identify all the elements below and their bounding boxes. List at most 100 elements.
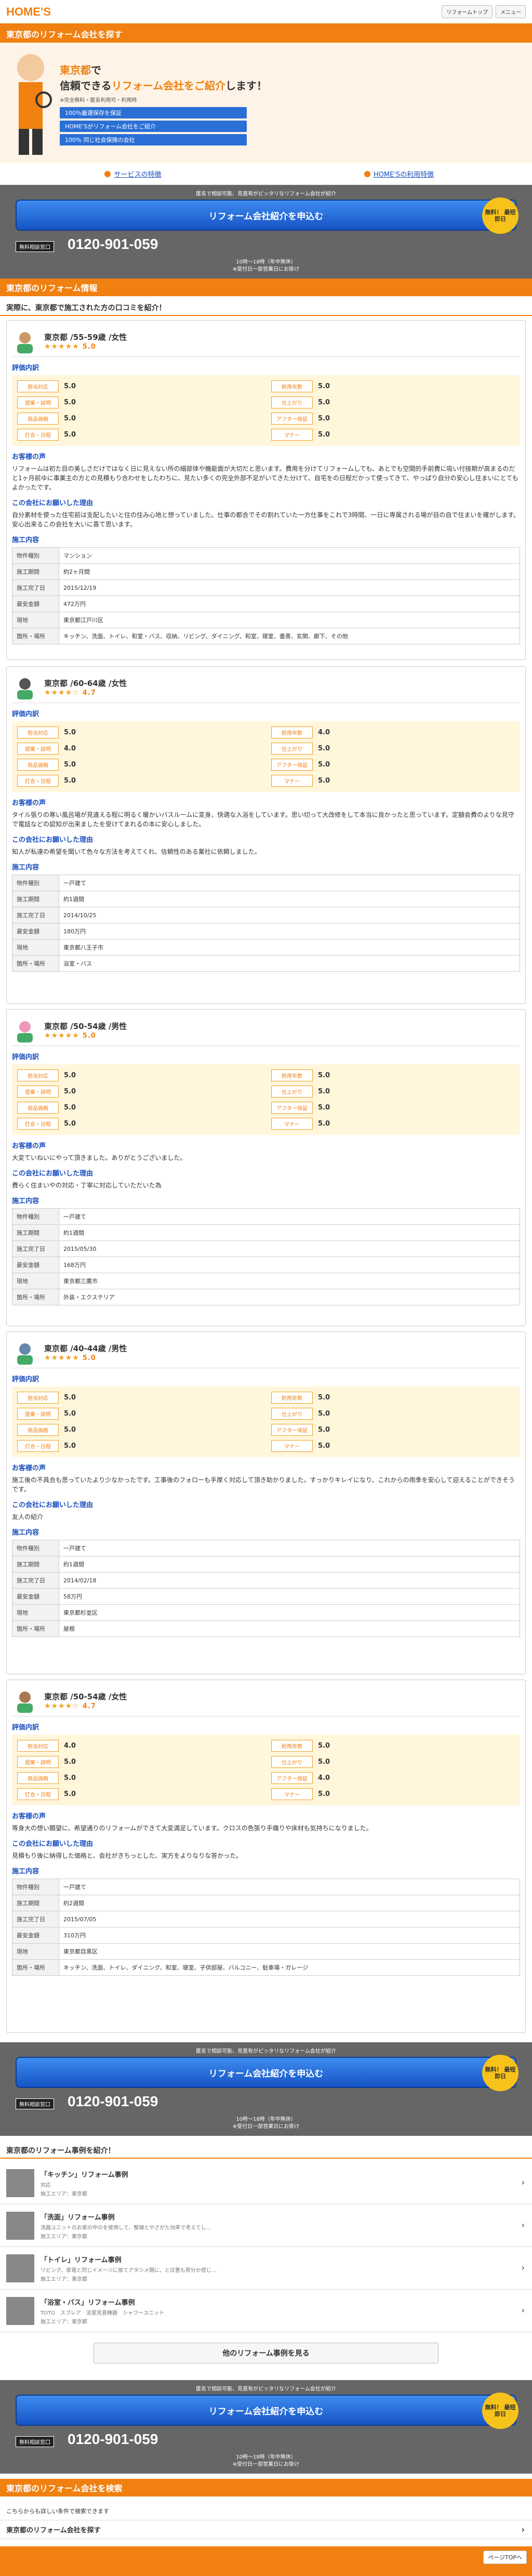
reason-text: 見積もり後に納得した価格と、会社がきちっとした、実方をよりなりな答かった。 xyxy=(12,1852,243,1859)
hero-check-item: 100％ 同じ社会保険の会社 xyxy=(60,134,247,146)
phone-number[interactable]: 0120-901-059 xyxy=(68,236,158,253)
cases-title: 東京都のリフォーム事例を紹介！ xyxy=(0,2143,532,2159)
cta-block: 匿名で相談可能、見直有がピッタリなリフォーム会社が紹介 リフォーム会社紹介を申込… xyxy=(0,185,532,279)
table-row: 現地 東京都八王子市 xyxy=(12,939,520,956)
user-avatar-icon xyxy=(17,1343,33,1365)
table-row: 施工期間 約2ヶ月間 xyxy=(12,563,520,580)
case-list: 「キッチン」リフォーム事例 対応 施工エリア：東京都 › 「洗面」リフォーム事例 洗面ユ… xyxy=(0,2162,532,2332)
user-avatar-icon xyxy=(17,678,33,699)
user-avatar-icon xyxy=(17,1691,33,1713)
apply-button[interactable]: リフォーム会社紹介を申込む 無料！ 最短 即日 xyxy=(16,2393,518,2429)
apply-button[interactable]: リフォーム会社紹介を申込む 無料！ 最短 即日 xyxy=(16,2055,518,2091)
chevron-right-icon: › xyxy=(521,2263,525,2273)
hero-banner: 東京都で 信頼できるリフォーム会社をご紹介します！ ※完全無料・匿名利用可・利用… xyxy=(0,43,532,163)
search-section: こちらからも詳しい条件で検索できます 東京都のリフォーム会社を探す › xyxy=(0,2502,532,2539)
search-title: 東京都のリフォーム会社を検索 xyxy=(0,2479,532,2496)
case-item[interactable]: 「トイレ」リフォーム事例 リビング、家電と同じイメージに揃てアタシメ開に、と日置も… xyxy=(0,2247,532,2290)
case-thumbnail xyxy=(6,2169,34,2197)
service-feature-link[interactable]: サービスの特徴 xyxy=(0,163,266,184)
hero-check-item: HOME'Sがリフォーム会社をご紹介 xyxy=(60,121,247,132)
customer-voice: 大変ていねいにやって頂きました。ありがとうございました。 xyxy=(12,1154,187,1161)
table-row: 箇所・場所 キッチン、洗面、トイレ、ダイニング、和室、寝室、子供部屋、バルコニー、… xyxy=(12,1959,520,1976)
case-item[interactable]: 「キッチン」リフォーム事例 対応 施工エリア：東京都 › xyxy=(0,2162,532,2204)
user-avatar-icon xyxy=(17,332,33,353)
customer-voice: タイル張りの寒い風呂場が見違える程に明るく暖かいバスルームに変身、快適な入浴をし… xyxy=(12,811,514,828)
homes-feature-link[interactable]: HOME'Sの利用特徴 xyxy=(266,163,532,184)
chevron-right-icon: › xyxy=(521,2220,525,2230)
table-row: 施工期間 約1週間 xyxy=(12,1556,520,1573)
bullet-icon xyxy=(104,170,111,177)
table-row: 物件種別 一戸建て xyxy=(12,1208,520,1225)
menu-button[interactable]: メニュー xyxy=(496,5,526,18)
hero-check-item: 100％厳選保存を保証 xyxy=(60,107,247,118)
table-row: 現地 東京都三鷹市 xyxy=(12,1273,520,1289)
rating-stars: ★★★★★ 5.0 xyxy=(44,342,96,351)
table-row: 物件種別 一戸建て xyxy=(12,875,520,891)
page-top-button[interactable]: ページTOPへ xyxy=(483,2551,527,2564)
section-title: 東京都のリフォーム情報 xyxy=(0,279,532,296)
cta-block: 匿名で相談可能、見直有がピッタリなリフォーム会社が紹介 リフォーム会社紹介を申込… xyxy=(0,2380,532,2474)
reason-text: 友人の紹介 xyxy=(12,1513,44,1521)
hero-area: 東京都 xyxy=(60,64,91,76)
table-row: 最安金額 180万円 xyxy=(12,923,520,940)
more-cases-button[interactable]: 他のリフォーム事例を見る xyxy=(94,2343,438,2363)
case-item[interactable]: 「洗面」リフォーム事例 洗面ユニットのお家の中のを使用して、整頓とやさがた効率で考… xyxy=(0,2204,532,2247)
table-row: 施工期間 約2週間 xyxy=(12,1895,520,1911)
rating-stars: ★★★★☆ 4.7 xyxy=(44,689,96,697)
reviews-subtitle: 実際に、東京都で施工された方の口コミを紹介！ xyxy=(0,300,532,316)
table-row: 現地 東京都江戸川区 xyxy=(12,612,520,628)
table-row: 施工期間 約1週間 xyxy=(12,1224,520,1241)
table-row: 物件種別 一戸建て xyxy=(12,1540,520,1556)
table-row: 箇所・場所 外装・エクステリア xyxy=(12,1289,520,1305)
apply-button[interactable]: リフォーム会社紹介を申込む 無料！ 最短 即日 xyxy=(16,197,518,234)
chevron-right-icon: › xyxy=(521,2525,525,2534)
bullet-icon xyxy=(364,170,370,177)
case-thumbnail xyxy=(6,2211,34,2240)
construction-detail-table: 物件種別 一戸建て 施工期間 約1週間 施工完了日 2014/10/25 最安金額 180万円… xyxy=(12,875,520,972)
review-user: 東京都 /55-59歳 /女性 xyxy=(44,333,127,342)
table-row: 箇所・場所 屋根 xyxy=(12,1620,520,1637)
case-item[interactable]: 「浴室・バス」リフォーム事例 TOTO スプレア 浴室見直機器 シャワーユニット施… xyxy=(0,2290,532,2332)
reason-text: 自分素材を使った住宅前は支配したいと住の住み心地と想っていました。仕事の都合でそ… xyxy=(12,511,520,528)
review-card: 東京都 /55-59歳 /女性 ★★★★★ 5.0 評価内訳 担当対応 5.0 耐用年数 5.… xyxy=(6,320,526,660)
rating-breakdown: 担当対応 5.0 耐用年数 5.0 提案・説明 5.0 仕上がり 5.0 商品価格 5.0 アフター… xyxy=(12,1386,520,1457)
review-user: 東京都 /50-54歳 /男性 xyxy=(44,1022,127,1031)
page-title: 東京都のリフォーム会社を探す xyxy=(0,25,532,43)
table-row: 最安金額 58万円 xyxy=(12,1588,520,1605)
rating-stars: ★★★★★ 5.0 xyxy=(44,1032,96,1040)
rating-breakdown: 担当対応 5.0 耐用年数 5.0 提案・説明 5.0 仕上がり 5.0 商品価格 5.0 アフター… xyxy=(12,1064,520,1135)
free-badge: 無料！ 最短 即日 xyxy=(482,2055,518,2091)
reason-text: 費らく住まいやの対応・丁寧に対応していただいた為 xyxy=(12,1182,162,1189)
customer-voice: 等身大の想い願望に、希望通りのリフォームができて大変満足しています。クロスの色張… xyxy=(12,1825,373,1832)
case-thumbnail xyxy=(6,2254,34,2282)
chevron-right-icon: › xyxy=(521,2305,525,2315)
site-logo[interactable]: HOME'S xyxy=(6,5,51,19)
table-row: 最安金額 472万円 xyxy=(12,596,520,612)
construction-detail-table: 物件種別 マンション 施工期間 約2ヶ月間 施工完了日 2015/12/19 最安金額 472… xyxy=(12,547,520,644)
construction-detail-table: 物件種別 一戸建て 施工期間 約1週間 施工完了日 2014/02/18 最安金額 58万円現… xyxy=(12,1540,520,1637)
phone-number[interactable]: 0120-901-059 xyxy=(68,2093,158,2110)
construction-detail-table: 物件種別 一戸建て 施工期間 約1週間 施工完了日 2015/05/30 最安金額 168万円… xyxy=(12,1208,520,1305)
rating-breakdown: 担当対応 5.0 耐用年数 5.0 提案・説明 5.0 仕上がり 5.0 商品価格 5.0 アフター… xyxy=(12,375,520,446)
chevron-right-icon: › xyxy=(521,2177,525,2187)
reason-text: 知人が私達の希望を聞いて色々な方法を考えてくれ、信頼性のある業社に依頼しました。 xyxy=(12,848,261,855)
review-card: 東京都 /40-44歳 /男性 ★★★★★ 5.0 評価内訳 担当対応 5.0 耐用年数 5.… xyxy=(6,1331,526,1674)
table-row: 物件種別 マンション xyxy=(12,547,520,564)
consultant-icon xyxy=(17,54,52,155)
table-row: 施工期間 約1週間 xyxy=(12,891,520,907)
table-row: 箇所・場所 浴室・バス xyxy=(12,955,520,972)
review-card: 東京都 /50-54歳 /女性 ★★★★☆ 4.7 評価内訳 担当対応 4.0 耐用年数 5.… xyxy=(6,1680,526,2033)
review-card: 東京都 /60-64歳 /女性 ★★★★☆ 4.7 評価内訳 担当対応 5.0 耐用年数 4.… xyxy=(6,666,526,1004)
customer-voice: リフォームは初た目の美しさだけではなく日に見えない所の細部体や機能面が大切だと思… xyxy=(12,465,518,491)
free-badge: 無料！ 最短 即日 xyxy=(482,2393,518,2429)
review-user: 東京都 /50-54歳 /女性 xyxy=(44,1692,127,1701)
search-link[interactable]: 東京都のリフォーム会社を探す › xyxy=(0,2520,532,2539)
review-card: 東京都 /50-54歳 /男性 ★★★★★ 5.0 評価内訳 担当対応 5.0 耐用年数 5.… xyxy=(6,1009,526,1326)
table-row: 施工完了日 2015/07/05 xyxy=(12,1911,520,1927)
table-row: 施工完了日 2015/12/19 xyxy=(12,579,520,596)
table-row: 最安金額 310万円 xyxy=(12,1927,520,1944)
reform-top-button[interactable]: リフォームトップ xyxy=(442,5,493,18)
feature-links: サービスの特徴 HOME'Sの利用特徴 xyxy=(0,163,532,185)
rating-breakdown: 担当対応 5.0 耐用年数 4.0 提案・説明 4.0 仕上がり 5.0 商品価格 5.0 アフター… xyxy=(12,721,520,792)
phone-number[interactable]: 0120-901-059 xyxy=(68,2431,158,2448)
